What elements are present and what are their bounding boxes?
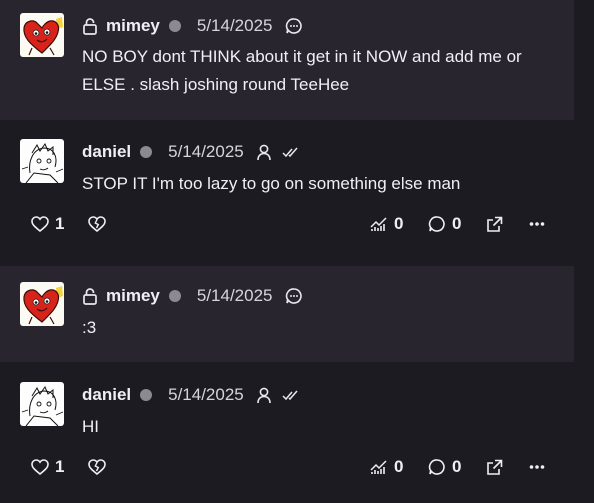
analytics-icon — [370, 459, 388, 475]
sketch-avatar-image — [20, 382, 64, 426]
status-dot — [140, 146, 153, 158]
like-count: 1 — [55, 457, 65, 476]
message-header: daniel 5/14/2025 — [82, 141, 300, 163]
share-external-icon — [486, 459, 503, 476]
comment-button[interactable]: 0 — [428, 456, 461, 478]
heart-icon — [31, 216, 49, 232]
message-text: STOP IT I'm too lazy to go on something … — [82, 174, 461, 193]
more-dots-icon — [529, 464, 545, 470]
comment-count: 0 — [452, 214, 462, 233]
avatar[interactable] — [20, 282, 64, 326]
lock-icon — [82, 287, 98, 305]
more-options-button[interactable] — [529, 456, 545, 478]
chat-bubble-icon[interactable] — [285, 17, 303, 35]
timestamp: 5/14/2025 — [168, 385, 244, 404]
views-count: 0 — [394, 214, 404, 233]
sketch-avatar-image — [20, 139, 64, 183]
like-count: 1 — [55, 214, 65, 233]
message-text: NO BOY dont THINK about it get in it NOW… — [82, 47, 522, 94]
username[interactable]: daniel — [82, 142, 131, 162]
status-dot — [168, 20, 181, 32]
message-card: daniel 5/14/2025 STOP IT I'm too lazy to… — [0, 122, 574, 264]
timestamp: 5/14/2025 — [196, 16, 273, 35]
broken-heart-icon — [88, 459, 106, 475]
like-button[interactable]: 1 — [31, 213, 64, 235]
double-check-icon — [282, 388, 300, 402]
avatar[interactable] — [20, 382, 64, 426]
comment-icon — [428, 458, 446, 476]
message-card: mimey 5/14/2025 NO BOY dont THINK about … — [0, 0, 574, 120]
message-card: daniel 5/14/2025 HI 1 0 0 — [0, 364, 574, 503]
views-stat[interactable]: 0 — [370, 213, 403, 235]
views-count: 0 — [394, 457, 404, 476]
avatar[interactable] — [20, 13, 64, 57]
heart-character-avatar-image — [20, 282, 64, 326]
heart-character-avatar-image — [20, 13, 64, 57]
message-text: HI — [82, 417, 99, 436]
double-check-icon — [282, 145, 300, 159]
status-dot — [168, 290, 181, 302]
message-header: daniel 5/14/2025 — [82, 384, 300, 406]
avatar[interactable] — [20, 139, 64, 183]
message-header: mimey 5/14/2025 — [82, 285, 303, 307]
timestamp: 5/14/2025 — [168, 142, 244, 161]
chat-bubble-icon[interactable] — [285, 287, 303, 305]
username[interactable]: mimey — [106, 286, 160, 306]
share-external-icon — [486, 216, 503, 233]
message-card: mimey 5/14/2025 :3 — [0, 266, 574, 362]
timestamp: 5/14/2025 — [196, 286, 273, 305]
message-header: mimey 5/14/2025 — [82, 15, 303, 37]
comment-count: 0 — [452, 457, 462, 476]
lock-icon — [82, 17, 98, 35]
broken-heart-button[interactable] — [88, 213, 106, 235]
share-button[interactable] — [486, 456, 503, 478]
share-button[interactable] — [486, 213, 503, 235]
username[interactable]: mimey — [106, 16, 160, 36]
more-dots-icon — [529, 221, 545, 227]
person-icon[interactable] — [256, 386, 272, 404]
message-text: :3 — [82, 318, 97, 337]
status-dot — [140, 389, 153, 401]
person-icon[interactable] — [256, 143, 272, 161]
comment-button[interactable]: 0 — [428, 213, 461, 235]
broken-heart-icon — [88, 216, 106, 232]
broken-heart-button[interactable] — [88, 456, 106, 478]
comment-icon — [428, 215, 446, 233]
username[interactable]: daniel — [82, 385, 131, 405]
analytics-icon — [370, 216, 388, 232]
views-stat[interactable]: 0 — [370, 456, 403, 478]
more-options-button[interactable] — [529, 213, 545, 235]
heart-icon — [31, 459, 49, 475]
like-button[interactable]: 1 — [31, 456, 64, 478]
